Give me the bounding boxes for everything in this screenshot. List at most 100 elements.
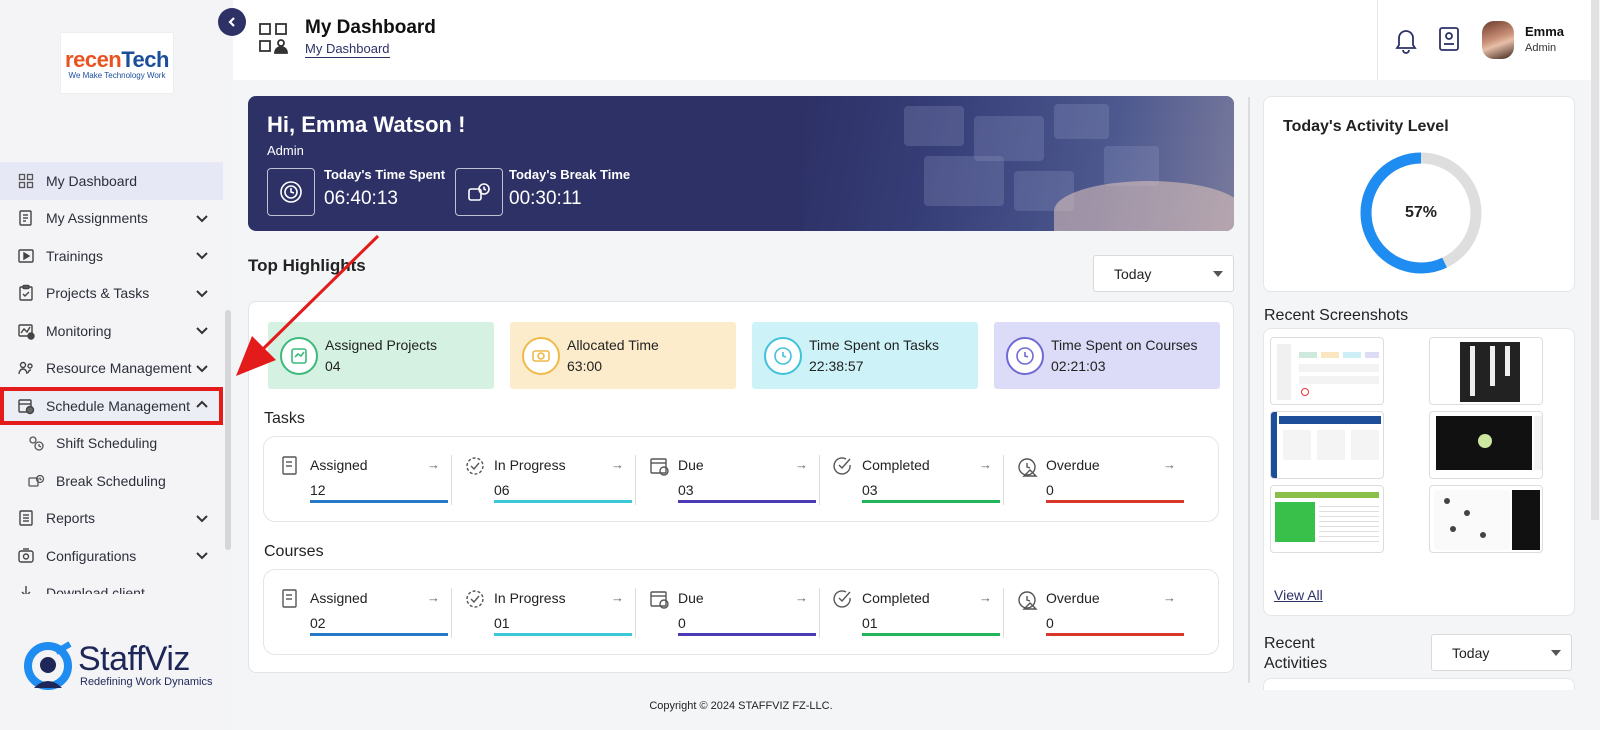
sidebar-item-configurations[interactable]: Configurations (0, 537, 223, 575)
highlight-card[interactable]: Assigned Projects 04 (268, 322, 494, 389)
sidebar-item-projects-tasks[interactable]: Projects & Tasks (0, 275, 223, 313)
arrow-right-icon[interactable]: → (427, 457, 440, 472)
arrow-right-icon[interactable]: → (795, 590, 808, 605)
stat-completed[interactable]: Completed → 01 (816, 570, 1004, 656)
stat-icon (1018, 591, 1038, 610)
highlight-label: Time Spent on Courses (1051, 337, 1198, 353)
sidebar-item-resource-management[interactable]: Resource Management (0, 350, 223, 388)
bell-icon[interactable] (1393, 26, 1419, 54)
highlight-card[interactable]: Time Spent on Courses 02:21:03 (994, 322, 1220, 389)
screenshot-thumbnail[interactable] (1270, 485, 1384, 553)
highlight-card[interactable]: Allocated Time 63:00 (510, 322, 736, 389)
sidebar-item-label: Schedule Management (46, 397, 190, 414)
break-time-tile (455, 168, 503, 216)
book-icon[interactable] (1437, 26, 1461, 52)
stat-assigned[interactable]: Assigned → 02 (264, 570, 452, 656)
chevron-down-icon (196, 289, 208, 297)
sidebar-item-reports[interactable]: Reports (0, 500, 223, 538)
stat-icon (282, 456, 297, 475)
avatar[interactable] (1482, 21, 1514, 59)
chevron-down-icon (196, 552, 208, 560)
sidebar-item-download-client[interactable]: Download client (0, 575, 223, 594)
screenshot-thumbnail[interactable] (1270, 337, 1384, 405)
banner-illustration (804, 96, 1234, 231)
view-all-link[interactable]: View All (1274, 587, 1323, 603)
highlight-card[interactable]: Time Spent on Tasks 22:38:57 (752, 322, 978, 389)
break-icon (26, 471, 46, 491)
highlight-value: 04 (325, 358, 341, 374)
stat-value: 03 (862, 482, 878, 498)
stat-overdue[interactable]: Overdue → 0 (1000, 570, 1188, 656)
sidebar-item-my-dashboard[interactable]: My Dashboard (0, 162, 223, 200)
stat-bar (310, 500, 448, 503)
stat-icon (650, 458, 669, 476)
stat-label: Completed (862, 457, 930, 473)
report-icon (16, 508, 36, 528)
chevron-down-icon (196, 252, 208, 260)
stat-due[interactable]: Due → 03 (632, 437, 820, 523)
screenshot-thumbnail[interactable] (1270, 411, 1384, 479)
sidebar: recenTech We Make Technology Work My Das… (0, 0, 233, 730)
stat-icon (466, 590, 484, 608)
screenshot-thumbnail[interactable] (1429, 337, 1543, 405)
stat-label: In Progress (494, 457, 566, 473)
sidebar-item-shift-scheduling[interactable]: Shift Scheduling (0, 425, 223, 463)
activity-level-card: Today's Activity Level 57% (1263, 96, 1575, 292)
settings-icon (16, 546, 36, 566)
sidebar-item-label: My Assignments (46, 210, 148, 227)
users-icon (16, 358, 36, 378)
stat-icon (650, 591, 669, 609)
breadcrumb[interactable]: My Dashboard (305, 41, 390, 58)
clipboard-check-icon (16, 283, 36, 303)
stat-icon (466, 457, 484, 475)
break-time-value: 00:30:11 (509, 188, 582, 209)
sidebar-item-label: Trainings (46, 247, 104, 264)
arrow-right-icon[interactable]: → (1163, 457, 1176, 472)
stat-due[interactable]: Due → 0 (632, 570, 820, 656)
arrow-right-icon[interactable]: → (611, 457, 624, 472)
screenshot-thumbnail[interactable] (1429, 485, 1543, 553)
greeting-role: Admin (267, 143, 304, 158)
arrow-right-icon[interactable]: → (979, 457, 992, 472)
courses-title: Courses (264, 543, 324, 560)
stat-icon (833, 590, 851, 608)
sidebar-scrollbar[interactable] (225, 310, 231, 550)
arrow-right-icon[interactable]: → (979, 590, 992, 605)
user-role: Admin (1525, 42, 1557, 54)
arrow-right-icon[interactable]: → (611, 590, 624, 605)
stat-label: Completed (862, 590, 930, 606)
stat-label: In Progress (494, 590, 566, 606)
sidebar-item-label: Break Scheduling (56, 472, 166, 489)
sidebar-item-trainings[interactable]: Trainings (0, 237, 223, 275)
activities-filter-value: Today (1452, 644, 1490, 661)
stat-bar (1046, 633, 1184, 636)
arrow-right-icon[interactable]: → (427, 590, 440, 605)
highlights-filter-select[interactable]: Today (1093, 255, 1234, 292)
highlight-value: 22:38:57 (809, 358, 864, 374)
time-spent-value: 06:40:13 (324, 188, 398, 209)
stat-in-progress[interactable]: In Progress → 01 (448, 570, 636, 656)
sidebar-item-monitoring[interactable]: Monitoring (0, 312, 223, 350)
sidebar-item-schedule-management[interactable]: Schedule Management (0, 387, 223, 425)
column-divider (1248, 97, 1250, 683)
sidebar-item-label: Resource Management (46, 360, 192, 377)
collapse-sidebar-button[interactable] (218, 8, 246, 36)
welcome-banner: Hi, Emma Watson ! Admin Today's Time Spe… (248, 96, 1234, 231)
brand-name: StaffViz (78, 640, 190, 678)
stat-value: 0 (1046, 482, 1054, 498)
arrow-right-icon[interactable]: → (795, 457, 808, 472)
sidebar-item-break-scheduling[interactable]: Break Scheduling (0, 462, 223, 500)
page-scrollbar[interactable] (1591, 0, 1599, 520)
arrow-right-icon[interactable]: → (1163, 590, 1176, 605)
stat-label: Overdue (1046, 590, 1100, 606)
stat-overdue[interactable]: Overdue → 0 (1000, 437, 1188, 523)
stat-in-progress[interactable]: In Progress → 06 (448, 437, 636, 523)
stat-icon (282, 589, 297, 608)
sidebar-item-label: Download client (46, 585, 145, 594)
courses-stats: Assigned → 02 In Progress → 01 Due → 0 Completed →… (263, 569, 1219, 655)
screenshot-thumbnail[interactable] (1429, 411, 1543, 479)
stat-assigned[interactable]: Assigned → 12 (264, 437, 452, 523)
stat-completed[interactable]: Completed → 03 (816, 437, 1004, 523)
sidebar-item-my-assignments[interactable]: My Assignments (0, 200, 223, 238)
activities-filter-select[interactable]: Today (1431, 634, 1572, 671)
